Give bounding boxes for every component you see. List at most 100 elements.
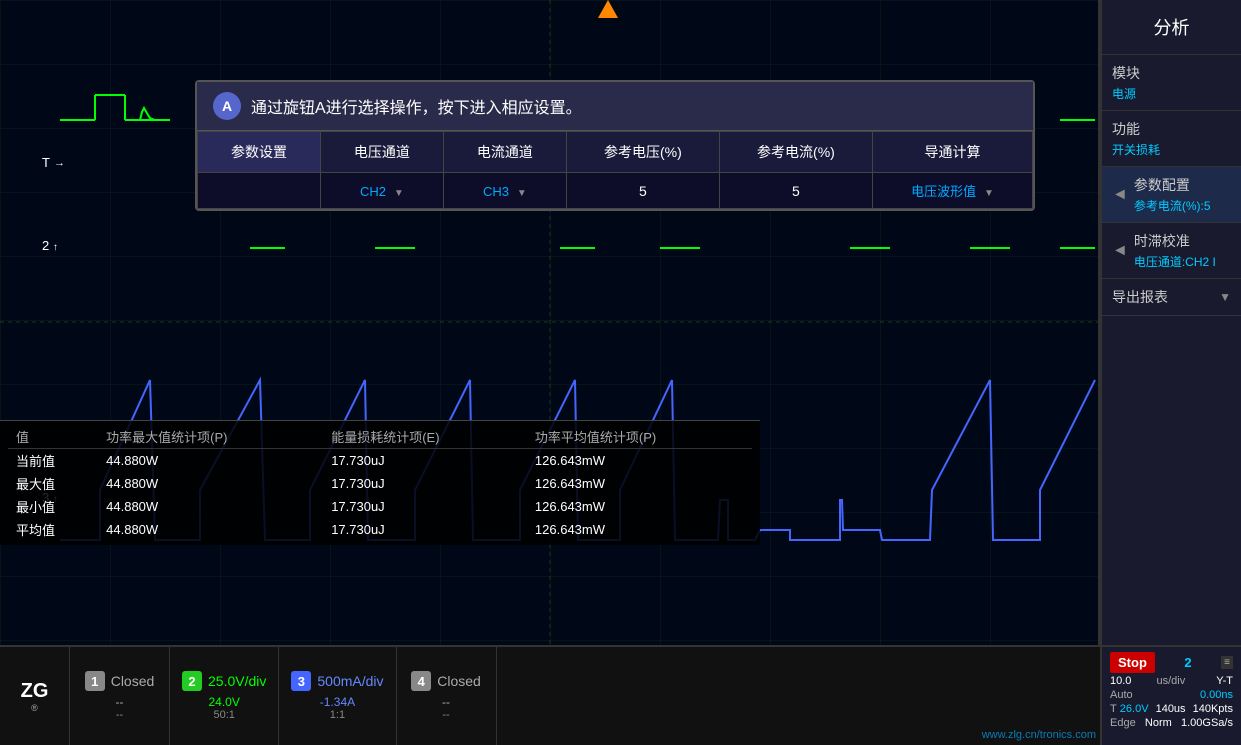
- stats-area: 值 功率最大值统计项(P) 能量损耗统计项(E) 功率平均值统计项(P) 当前值…: [0, 420, 760, 545]
- stats-cell-0: 平均值: [8, 518, 98, 541]
- channel-2-block[interactable]: 2 25.0V/div 24.0V 50:1: [170, 647, 279, 745]
- stats-cell-1: 44.880W: [98, 495, 323, 518]
- delay-row: Auto 0.00ns: [1106, 688, 1237, 702]
- stats-col-label: 值: [8, 425, 98, 449]
- val-voltage-channel[interactable]: CH2 ▼: [320, 173, 443, 209]
- two-label: 2: [42, 238, 49, 253]
- val-ref-current: 5: [719, 173, 872, 209]
- val-ref-voltage: 5: [566, 173, 719, 209]
- sidebar-title: 分析: [1102, 0, 1241, 55]
- stats-cell-3: 126.643mW: [527, 518, 752, 541]
- ch1-ratio: --: [116, 709, 123, 721]
- time-per-div-unit: us/div: [1156, 675, 1185, 687]
- t-marker: T →: [42, 155, 65, 170]
- scope-display: T → 2 ↑ 3 ↑ 值 功率最大值统计项(P) 能量损耗统计项(E) 功率平…: [0, 0, 1100, 645]
- stats-cell-2: 17.730uJ: [323, 449, 527, 473]
- param-settings-header: 参数设置: [198, 132, 321, 173]
- sidebar-item-time-calibration[interactable]: ◄ 时滞校准 电压通道:CH2 I: [1102, 223, 1241, 279]
- col-current-channel: 电流通道: [443, 132, 566, 173]
- stats-cell-2: 17.730uJ: [323, 472, 527, 495]
- t-row-voltage: 26.0V: [1120, 703, 1149, 715]
- dialog-header: A 通过旋钮A进行选择操作，按下进入相应设置。: [197, 82, 1033, 131]
- sidebar-module-label: 模块: [1112, 63, 1140, 83]
- stop-button[interactable]: Stop: [1110, 652, 1155, 673]
- sidebar-time-label: 时滞校准: [1134, 231, 1216, 251]
- right-status-panel: Stop 2 ≡ 10.0 us/div Y-T Auto 0.00ns T 2…: [1100, 645, 1241, 745]
- ch1-num: 1: [85, 671, 105, 691]
- t-label: T: [42, 155, 50, 170]
- channel-3-block[interactable]: 3 500mA/div -1.34A 1:1: [279, 647, 396, 745]
- delay-value: 0.00ns: [1200, 689, 1233, 701]
- logo-area: ZG ®: [0, 647, 70, 745]
- channel-4-block[interactable]: 4 Closed -- --: [397, 647, 497, 745]
- val-current-channel[interactable]: CH3 ▼: [443, 173, 566, 209]
- stats-col-energy: 能量损耗统计项(E): [323, 425, 527, 449]
- stats-cell-3: 126.643mW: [527, 449, 752, 473]
- t-row-kpts: 140Kpts: [1193, 703, 1233, 715]
- stats-cell-1: 44.880W: [98, 449, 323, 473]
- ch2-label: 25.0V/div: [208, 673, 266, 689]
- dialog-icon: A: [213, 92, 241, 120]
- val-conduction-calc[interactable]: 电压波形值 ▼: [872, 173, 1032, 209]
- params-table: 参数设置 电压通道 电流通道 参考电压(%) 参考电流(%) 导通计算 CH2 …: [197, 131, 1033, 209]
- time-div-row: 10.0 us/div Y-T: [1106, 674, 1237, 688]
- ch2-indicator: 2: [1184, 655, 1191, 670]
- stats-row: 平均值44.880W17.730uJ126.643mW: [8, 518, 752, 541]
- sidebar-params-value: 参考电流(%):5: [1134, 197, 1211, 214]
- stats-cell-3: 126.643mW: [527, 495, 752, 518]
- ch2-num: 2: [182, 671, 202, 691]
- stats-row: 最小值44.880W17.730uJ126.643mW: [8, 495, 752, 518]
- logo-subtitle: ®: [21, 703, 49, 713]
- chevron-left-icon: ◄: [1112, 186, 1128, 204]
- sidebar-item-module[interactable]: 模块 电源: [1102, 55, 1241, 111]
- col-ref-current: 参考电流(%): [719, 132, 872, 173]
- two-marker: 2 ↑: [42, 238, 58, 253]
- t-row-time: 140us: [1156, 703, 1186, 715]
- sidebar-export-label: 导出报表: [1112, 287, 1168, 307]
- chevron-left-icon-2: ◄: [1112, 242, 1128, 260]
- ch4-label: Closed: [437, 673, 481, 689]
- sidebar: 分析 模块 电源 功能 开关损耗 ◄ 参数配置 参考电流(%):5 ◄ 时滞校准…: [1100, 0, 1241, 645]
- stats-cell-1: 44.880W: [98, 518, 323, 541]
- t-row-label: T: [1110, 703, 1117, 715]
- t-arrow: →: [54, 157, 65, 169]
- sidebar-title-text: 分析: [1154, 18, 1190, 38]
- col-voltage-channel: 电压通道: [320, 132, 443, 173]
- logo-text: ZG: [21, 680, 49, 703]
- ch3-bottom: -1.34A: [320, 695, 355, 709]
- copyright-text: www.zlg.cn/tronics.com: [982, 729, 1096, 741]
- stats-row: 最大值44.880W17.730uJ126.643mW: [8, 472, 752, 495]
- stats-cell-0: 当前值: [8, 449, 98, 473]
- edge-row: Edge Norm 1.00GSa/s: [1106, 716, 1237, 730]
- sidebar-function-label: 功能: [1112, 119, 1160, 139]
- channel-1-block[interactable]: 1 Closed -- --: [70, 647, 170, 745]
- two-arrow: ↑: [53, 242, 58, 253]
- stats-col-power-max: 功率最大值统计项(P): [98, 425, 323, 449]
- sidebar-item-params-config[interactable]: ◄ 参数配置 参考电流(%):5: [1102, 167, 1241, 223]
- sidebar-module-value: 电源: [1112, 85, 1140, 102]
- yt-label: Y-T: [1216, 675, 1233, 687]
- edge-label: Edge: [1110, 717, 1136, 729]
- dialog-icon-label: A: [222, 98, 232, 114]
- ch3-label: 500mA/div: [317, 673, 383, 689]
- chevron-down-icon: ▼: [1219, 290, 1231, 304]
- ch3-ratio: 1:1: [330, 709, 345, 721]
- dialog-body: 参数设置 电压通道 电流通道 参考电压(%) 参考电流(%) 导通计算 CH2 …: [197, 131, 1033, 209]
- stats-cell-3: 126.643mW: [527, 472, 752, 495]
- col-conduction-calc: 导通计算: [872, 132, 1032, 173]
- ch4-ratio: --: [442, 709, 449, 721]
- stats-cell-2: 17.730uJ: [323, 495, 527, 518]
- params-dialog: A 通过旋钮A进行选择操作，按下进入相应设置。 参数设置 电压通道 电流通道 参…: [195, 80, 1035, 211]
- ch2-ratio: 50:1: [213, 709, 234, 721]
- ch1-label: Closed: [111, 673, 155, 689]
- sidebar-item-function[interactable]: 功能 开关损耗: [1102, 111, 1241, 167]
- sidebar-item-export[interactable]: 导出报表 ▼: [1102, 279, 1241, 316]
- stats-col-power-avg: 功率平均值统计项(P): [527, 425, 752, 449]
- status-bar: ZG ® 1 Closed -- -- 2 25.0V/div 24.0V 50…: [0, 645, 1241, 745]
- ch4-bottom: --: [442, 695, 450, 709]
- sidebar-time-value: 电压通道:CH2 I: [1134, 253, 1216, 270]
- channel-icon: ≡: [1221, 656, 1233, 669]
- delay-label: Auto: [1110, 689, 1133, 701]
- stats-cell-0: 最小值: [8, 495, 98, 518]
- stats-table: 值 功率最大值统计项(P) 能量损耗统计项(E) 功率平均值统计项(P) 当前值…: [8, 425, 752, 541]
